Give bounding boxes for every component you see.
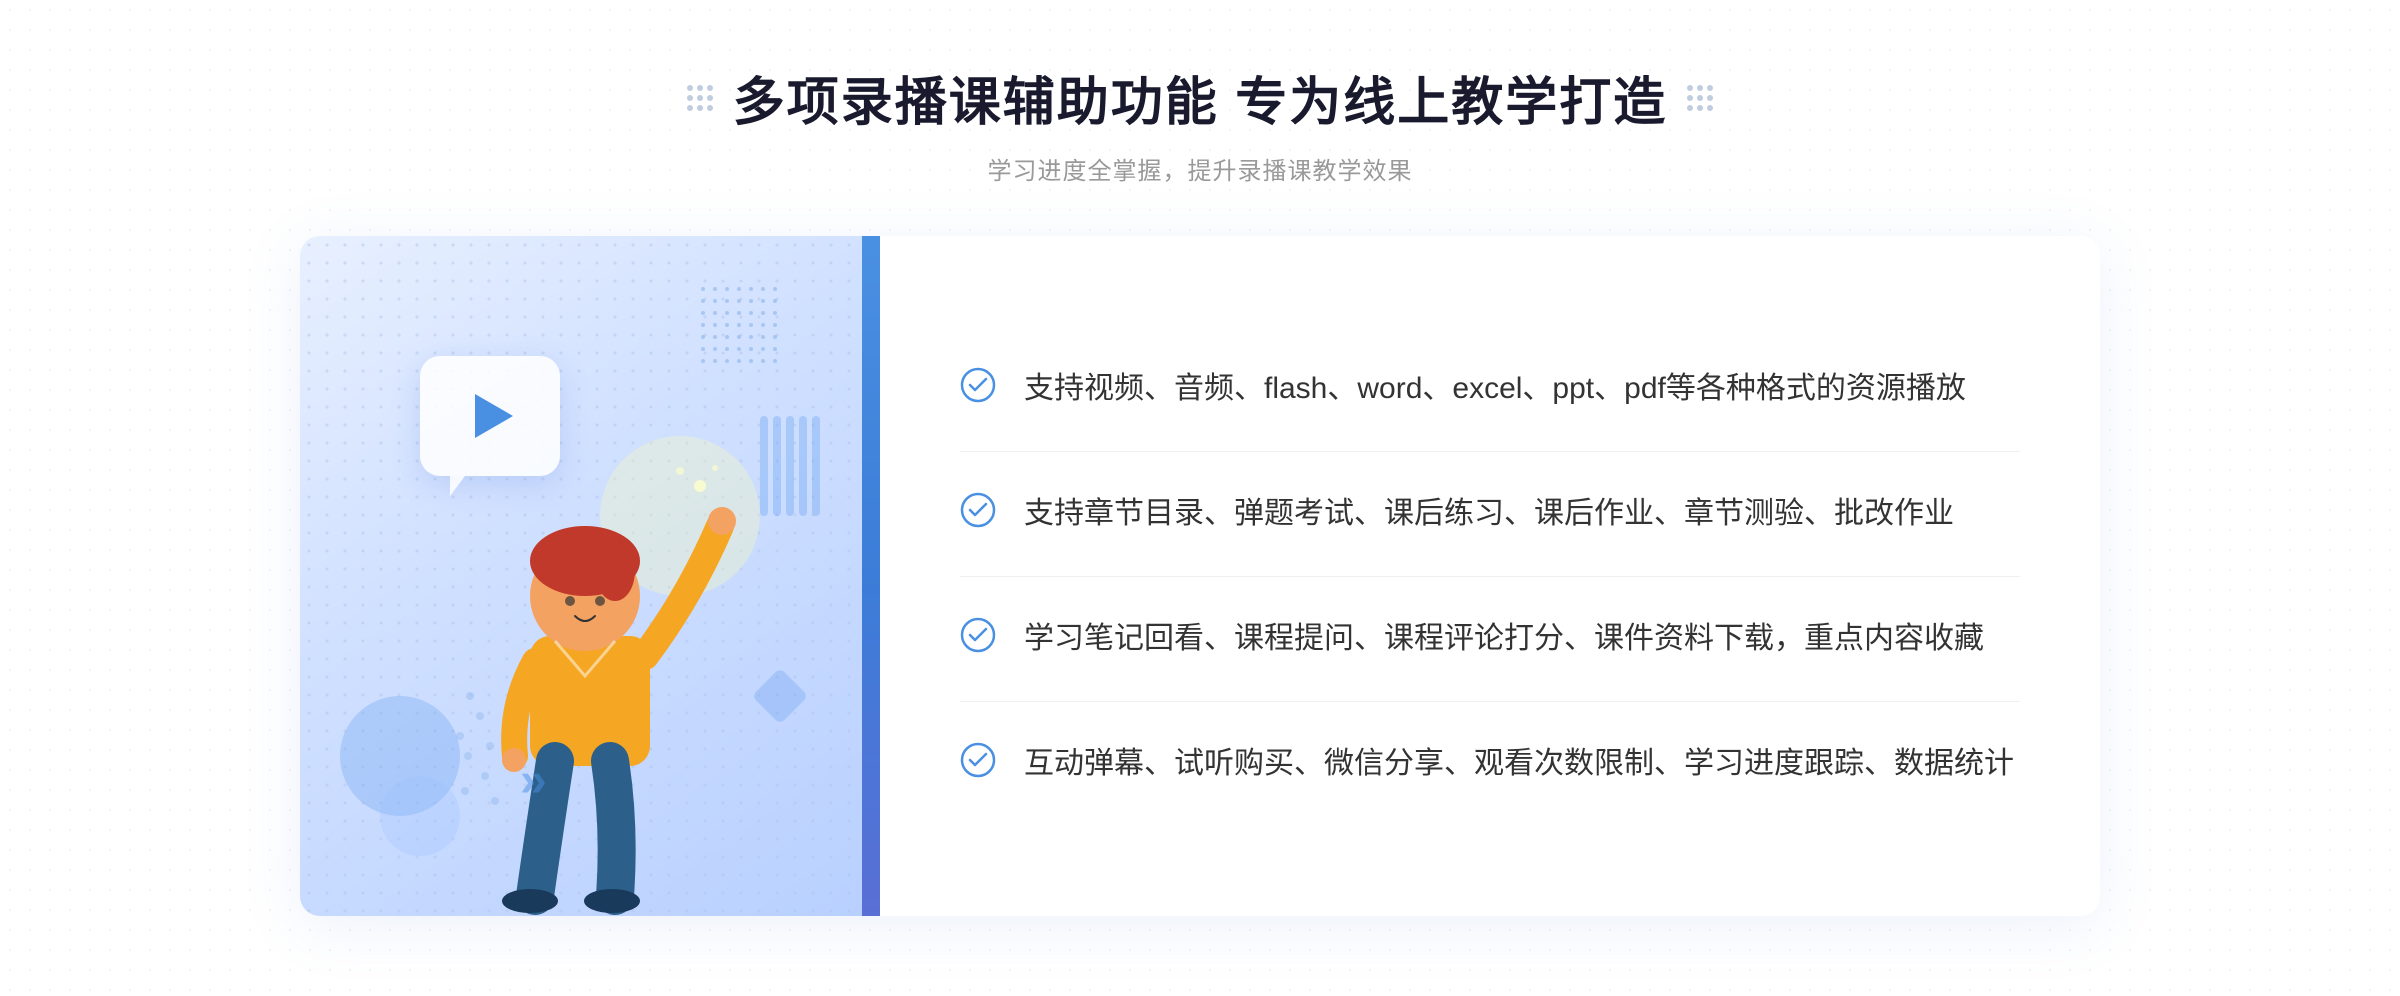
page-container: 多项录播课辅助功能 专为线上教学打造 学习进度全掌握，提升录播课教学效果 » (0, 0, 2400, 996)
main-title: 多项录播课辅助功能 专为线上教学打造 (733, 60, 1667, 135)
feature-text-1: 支持视频、音频、flash、word、excel、ppt、pdf等各种格式的资源… (1024, 365, 1966, 413)
feature-item-4: 互动弹幕、试听购买、微信分享、观看次数限制、学习进度跟踪、数据统计 (960, 702, 2020, 826)
play-icon (475, 394, 513, 438)
play-bubble (420, 356, 560, 476)
title-decoration-left (687, 85, 713, 111)
header-section: 多项录播课辅助功能 专为线上教学打造 学习进度全掌握，提升录播课教学效果 (687, 60, 1713, 186)
title-decoration-right (1687, 85, 1713, 111)
feature-text-3: 学习笔记回看、课程提问、课程评论打分、课件资料下载，重点内容收藏 (1024, 615, 1984, 663)
dot-grid-right (1687, 85, 1713, 111)
feature-item-3: 学习笔记回看、课程提问、课程评论打分、课件资料下载，重点内容收藏 (960, 577, 2020, 702)
illustration-panel (300, 236, 880, 916)
feature-item-1: 支持视频、音频、flash、word、excel、ppt、pdf等各种格式的资源… (960, 327, 2020, 452)
title-row: 多项录播课辅助功能 专为线上教学打造 (687, 60, 1713, 135)
feature-text-2: 支持章节目录、弹题考试、课后练习、课后作业、章节测验、批改作业 (1024, 490, 1954, 538)
dot-pattern-deco (700, 286, 780, 371)
feature-text-4: 互动弹幕、试听购买、微信分享、观看次数限制、学习进度跟踪、数据统计 (1024, 740, 2014, 788)
feature-item-2: 支持章节目录、弹题考试、课后练习、课后作业、章节测验、批改作业 (960, 452, 2020, 577)
left-chevron-decoration: » (520, 756, 570, 811)
check-icon-3 (960, 617, 996, 653)
subtitle: 学习进度全掌握，提升录播课教学效果 (687, 151, 1713, 186)
check-icon-4 (960, 742, 996, 778)
blue-accent-bar (862, 236, 880, 916)
main-card: » (300, 236, 2100, 916)
svg-text:»: » (520, 756, 547, 806)
dot-grid-left (687, 85, 713, 111)
check-icon-2 (960, 492, 996, 528)
features-panel: 支持视频、音频、flash、word、excel、ppt、pdf等各种格式的资源… (880, 236, 2100, 916)
check-icon-1 (960, 367, 996, 403)
content-wrapper: 多项录播课辅助功能 专为线上教学打造 学习进度全掌握，提升录播课教学效果 » (0, 60, 2400, 916)
